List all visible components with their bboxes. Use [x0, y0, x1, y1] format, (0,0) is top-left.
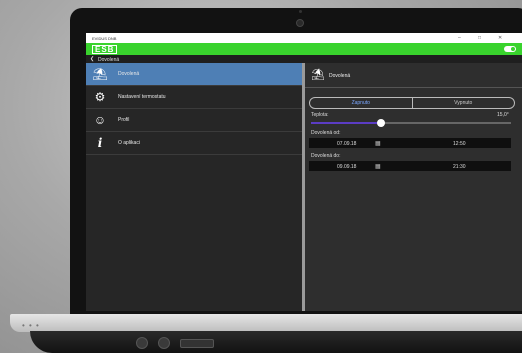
vacation-to-label: Dovolená do: [311, 153, 341, 159]
vacation-on-off-segment: Zapnuto Vypnuto [309, 97, 515, 109]
sidebar-item-label: Dovolená [118, 71, 140, 77]
beach-umbrella-icon: ⛱ [92, 67, 108, 81]
window-title: EVIDUS DNB [92, 36, 117, 41]
close-button[interactable]: ✕ [498, 35, 502, 41]
slider-knob[interactable] [377, 119, 385, 127]
user-icon: ☺ [93, 113, 107, 127]
sidebar-item-label: Nastavení termostatu [118, 94, 166, 100]
vacation-from-row[interactable]: 07.09.18 ▦ 12:50 [309, 138, 511, 148]
back-arrow-icon[interactable]: ❮ [90, 56, 94, 62]
vacation-to-date[interactable]: 09.09.18 [337, 164, 356, 170]
detail-title: Dovolená [329, 73, 351, 79]
status-lights: • • • [22, 321, 40, 330]
app-window: EVIDUS DNB – □ ✕ ESB ❮ Dovolená ⛱ Dovole… [86, 33, 522, 311]
app-logo: ESB [92, 45, 118, 54]
gears-icon: ⚙ [94, 90, 106, 104]
slider-fill [311, 122, 381, 124]
vacation-from-date[interactable]: 07.09.18 [337, 141, 356, 147]
audio-port [136, 337, 148, 349]
temperature-value: 15,0° [497, 112, 509, 118]
beach-umbrella-icon: ⛱ [311, 69, 325, 81]
calendar-icon[interactable]: ▦ [375, 140, 381, 147]
maximize-button[interactable]: □ [478, 35, 481, 41]
sidebar-item-about[interactable]: i O aplikaci [86, 132, 302, 155]
vacation-from-label: Dovolená od: [311, 130, 341, 136]
sidebar-item-profile[interactable]: ☺ Profil [86, 109, 302, 132]
segment-on-button[interactable]: Zapnuto [310, 98, 413, 108]
sidebar-item-thermostat-settings[interactable]: ⚙ Nastavení termostatu [86, 86, 302, 109]
usb-port [158, 337, 170, 349]
detail-panel: ⛱ Dovolená Zapnuto Vypnuto Teplota: 15,0… [305, 63, 522, 311]
sidebar-item-label: O aplikaci [118, 140, 140, 146]
page-title: Dovolená [98, 56, 120, 63]
sidebar: ⛱ Dovolená ⚙ Nastavení termostatu ☺ Prof… [86, 63, 305, 311]
laptop-base [10, 314, 522, 332]
navigation-bar: ❮ Dovolená [86, 55, 522, 63]
temperature-label: Teplota: [311, 112, 329, 118]
app-header: ESB [86, 43, 522, 55]
camera-led [299, 10, 302, 13]
sidebar-item-dovolena[interactable]: ⛱ Dovolená [86, 63, 302, 86]
window-titlebar: EVIDUS DNB – □ ✕ [86, 33, 522, 43]
segment-off-button[interactable]: Vypnuto [413, 98, 515, 108]
toggle-switch-icon[interactable] [504, 46, 516, 52]
laptop-base-front [30, 331, 522, 353]
minimize-button[interactable]: – [458, 35, 461, 41]
calendar-icon[interactable]: ▦ [375, 163, 381, 170]
hdmi-port [180, 339, 214, 348]
webcam [296, 19, 304, 27]
vacation-to-time[interactable]: 21:30 [453, 164, 466, 170]
sidebar-item-label: Profil [118, 117, 130, 123]
vacation-to-row[interactable]: 09.09.18 ▦ 21:30 [309, 161, 511, 171]
vacation-from-time[interactable]: 12:50 [453, 141, 466, 147]
info-icon: i [97, 136, 103, 150]
temperature-slider[interactable] [311, 119, 511, 127]
detail-header: ⛱ Dovolená [305, 63, 522, 88]
